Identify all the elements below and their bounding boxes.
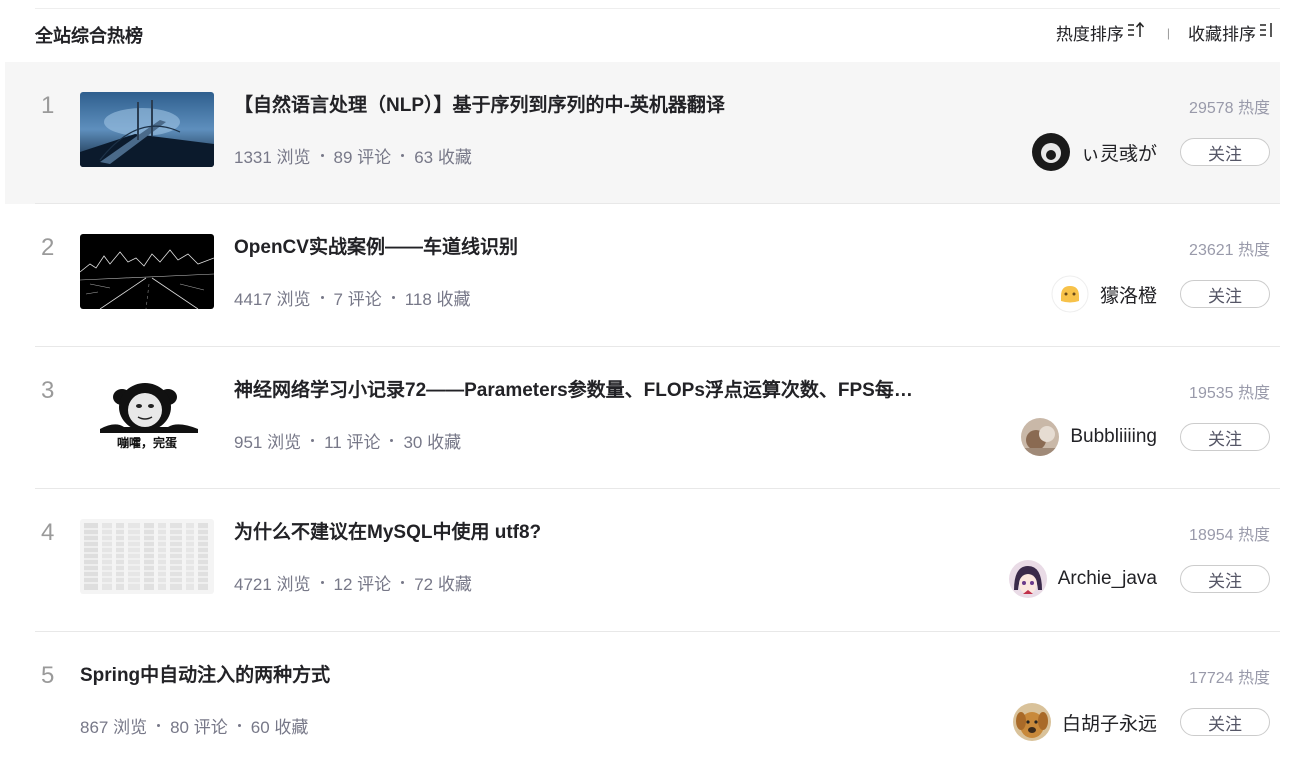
dot-separator — [391, 296, 395, 299]
author-name[interactable]: Bubbliiiing — [1070, 426, 1157, 448]
sort-up-arrow-icon — [1127, 21, 1145, 44]
rank-number: 3 — [41, 377, 55, 404]
follow-button[interactable]: 关注 — [1180, 708, 1270, 736]
favorites-count: 63 收藏 — [414, 148, 472, 167]
dot-separator — [320, 154, 324, 157]
sort-by-favorites-label: 收藏排序 — [1188, 25, 1256, 44]
favorites-count: 30 收藏 — [403, 433, 462, 452]
author-info[interactable]: ぃ灵彧が — [1031, 133, 1157, 171]
comments-count: 12 评论 — [333, 575, 392, 594]
sort-by-favorites-button[interactable]: 收藏排序 — [1188, 20, 1275, 45]
author-info[interactable]: 白胡子永远 — [1012, 703, 1157, 741]
dot-separator — [320, 296, 324, 299]
avatar[interactable] — [1031, 133, 1070, 171]
article-title-link[interactable]: OpenCV实战案例——车道线识别 — [234, 232, 518, 259]
views-count: 1331 浏览 — [234, 148, 311, 167]
favorites-count: 72 收藏 — [414, 575, 472, 594]
article-stats: 867 浏览 80 评论 60 收藏 — [80, 713, 308, 738]
comments-count: 89 评论 — [333, 148, 392, 167]
avatar[interactable] — [1012, 703, 1051, 741]
author-info[interactable]: 獴洛橙 — [1050, 275, 1157, 313]
rank-number: 1 — [41, 92, 55, 119]
views-count: 867 浏览 — [80, 718, 148, 737]
follow-button[interactable]: 关注 — [1180, 565, 1270, 593]
comments-count: 7 评论 — [333, 290, 382, 309]
views-count: 951 浏览 — [234, 433, 302, 452]
rank-number: 2 — [41, 234, 55, 261]
rank-number: 5 — [41, 662, 55, 689]
sort-bars-icon — [1259, 21, 1275, 44]
author-name[interactable]: 獴洛橙 — [1100, 281, 1157, 308]
dot-separator — [311, 439, 315, 442]
hot-list-item[interactable]: 2 OpenCV实战案例——车道线识别 4417 浏览 7 评论 118 收藏 … — [5, 204, 1280, 346]
follow-button[interactable]: 关注 — [1180, 423, 1270, 451]
sort-separator: | — [1166, 25, 1170, 40]
article-stats: 1331 浏览 89 评论 63 收藏 — [234, 143, 472, 168]
views-count: 4417 浏览 — [234, 290, 311, 309]
author-name[interactable]: ぃ灵彧が — [1081, 139, 1157, 166]
page-title: 全站综合热榜 — [35, 26, 143, 46]
hot-list-item[interactable]: 4 为什么不建议在MySQL中使用 utf8? 4721 浏览 12 评论 72… — [5, 489, 1280, 631]
article-thumbnail[interactable] — [80, 234, 214, 309]
hot-list-item[interactable]: 1 【自然语言处理（NLP）】基于序列到序列的中-英机器翻译 1331 浏览 8… — [5, 62, 1280, 204]
sort-by-heat-button[interactable]: 热度排序 — [1056, 20, 1145, 45]
author-name[interactable]: 白胡子永远 — [1062, 709, 1157, 736]
author-name[interactable]: Archie_java — [1058, 568, 1157, 590]
article-stats: 4417 浏览 7 评论 118 收藏 — [234, 285, 471, 310]
dot-separator — [157, 724, 161, 727]
dot-separator — [401, 581, 405, 584]
article-stats: 4721 浏览 12 评论 72 收藏 — [234, 570, 472, 595]
favorites-count: 118 收藏 — [404, 290, 471, 309]
heat-score: 18954 热度 — [1189, 527, 1270, 544]
sort-controls: 热度排序 | 收藏排序 — [1056, 20, 1275, 45]
heat-score: 29578 热度 — [1189, 100, 1270, 117]
article-thumbnail[interactable]: 嘣嚯，完蛋 — [80, 377, 214, 452]
top-divider — [35, 8, 1280, 9]
follow-button[interactable]: 关注 — [1180, 138, 1270, 166]
rank-number: 4 — [41, 519, 55, 546]
thumbnail-caption: 嘣嚯，完蛋 — [116, 436, 177, 450]
article-title-link[interactable]: Spring中自动注入的两种方式 — [80, 660, 330, 687]
hot-list-item[interactable]: 5 Spring中自动注入的两种方式 867 浏览 80 评论 60 收藏 17… — [5, 632, 1280, 774]
follow-button[interactable]: 关注 — [1180, 280, 1270, 308]
article-stats: 951 浏览 11 评论 30 收藏 — [234, 428, 461, 453]
heat-score: 19535 热度 — [1189, 385, 1270, 402]
comments-count: 80 评论 — [170, 718, 228, 737]
article-title-link[interactable]: 【自然语言处理（NLP）】基于序列到序列的中-英机器翻译 — [234, 90, 725, 117]
article-thumbnail[interactable] — [80, 519, 214, 594]
article-title-link[interactable]: 神经网络学习小记录72——Parameters参数量、FLOPs浮点运算次数、F… — [234, 375, 913, 402]
heat-score: 23621 热度 — [1189, 242, 1270, 259]
sort-by-heat-label: 热度排序 — [1055, 25, 1124, 44]
dot-separator — [320, 581, 324, 584]
comments-count: 11 评论 — [324, 433, 381, 452]
dot-separator — [237, 724, 241, 727]
dot-separator — [390, 439, 394, 442]
views-count: 4721 浏览 — [234, 575, 311, 594]
avatar[interactable] — [1021, 418, 1060, 456]
heat-score: 17724 热度 — [1189, 670, 1270, 687]
hot-list-item[interactable]: 3 嘣嚯，完蛋 神经网络学习小记录72——Parameters参数量、FLOPs… — [5, 347, 1280, 489]
hot-list-header: 全站综合热榜 热度排序 | 收藏排序 — [35, 20, 1275, 50]
author-info[interactable]: Bubbliiiing — [1021, 418, 1157, 456]
article-thumbnail[interactable] — [80, 92, 214, 167]
avatar[interactable] — [1008, 560, 1047, 598]
author-info[interactable]: Archie_java — [1008, 560, 1157, 598]
article-title-link[interactable]: 为什么不建议在MySQL中使用 utf8? — [234, 517, 541, 544]
favorites-count: 60 收藏 — [250, 718, 309, 737]
dot-separator — [401, 154, 405, 157]
avatar[interactable] — [1050, 275, 1089, 313]
